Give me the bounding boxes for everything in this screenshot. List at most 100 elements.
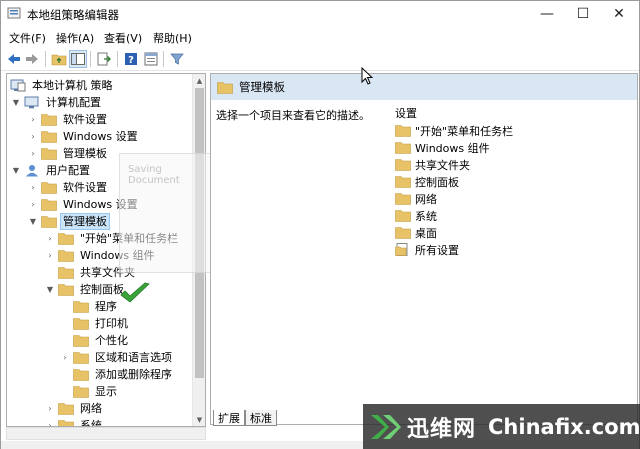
tree-item-printers[interactable]: 打印机 [73, 315, 130, 332]
tree-item-cc-software[interactable]: › 软件设置 [28, 111, 109, 128]
tree-item-region[interactable]: › 区域和语言选项 [60, 349, 174, 366]
close-button[interactable]: ✕ [597, 1, 640, 27]
folder-icon [41, 199, 57, 211]
list-item-label: 网络 [415, 192, 437, 206]
list-item[interactable]: 系统 [395, 207, 437, 224]
folder-icon [395, 193, 411, 205]
folder-open-icon [41, 216, 57, 228]
tree-item-system[interactable]: › 系统 [45, 417, 104, 427]
chevron-right-icon[interactable]: › [28, 183, 38, 193]
filter-icon[interactable] [168, 50, 186, 68]
folder-icon [395, 125, 411, 137]
toolbar-separator [45, 51, 46, 67]
scroll-down-icon[interactable]: ▼ [193, 413, 205, 426]
tree-item-cc-windows[interactable]: › Windows 设置 [28, 128, 140, 145]
tree-item-network[interactable]: › 网络 [45, 400, 104, 417]
list-item[interactable]: 桌面 [395, 224, 437, 241]
details-header: 管理模板 [211, 74, 637, 100]
folder-open-icon [58, 284, 74, 296]
tree-label: 个性化 [95, 334, 128, 347]
tree-label: 管理模板 [63, 147, 107, 160]
tree-item-cc-admin[interactable]: › 管理模板 [28, 145, 109, 162]
chevron-right-icon[interactable]: › [28, 200, 38, 210]
chevron-down-icon[interactable]: ▼ [45, 285, 55, 295]
menu-file[interactable]: 文件(F) [9, 30, 46, 46]
ghost-dialog: Saving Document [119, 153, 215, 273]
tree-item-add-remove[interactable]: 添加或删除程序 [73, 366, 174, 383]
help-icon[interactable]: ? [122, 50, 140, 68]
toolbar: ? [1, 47, 639, 71]
tree-item-root[interactable]: 本地计算机 策略 [10, 77, 115, 94]
tree-label: 软件设置 [63, 113, 107, 126]
tree-item-computer-config[interactable]: ▼ 计算机配置 [11, 94, 103, 111]
list-item[interactable]: 网络 [395, 190, 437, 207]
chevron-down-icon[interactable]: ▼ [28, 217, 38, 227]
chinafix-logo-icon [371, 415, 401, 439]
chevron-right-icon[interactable]: › [45, 404, 55, 414]
checkmark-icon [120, 282, 150, 303]
chevron-right-icon[interactable]: › [28, 149, 38, 159]
up-folder-icon[interactable] [50, 50, 68, 68]
menu-action[interactable]: 操作(A) [56, 30, 94, 46]
tree-horizontal-scrollbar[interactable] [6, 427, 206, 440]
toolbar-separator [90, 51, 91, 67]
tree-label: 计算机配置 [46, 96, 101, 109]
chevron-down-icon[interactable]: ▼ [11, 98, 21, 108]
description-text: 选择一个项目来查看它的描述。 [216, 109, 370, 122]
chevron-right-icon[interactable]: › [28, 115, 38, 125]
folder-icon [58, 267, 74, 279]
folder-icon [41, 148, 57, 160]
folder-icon [41, 131, 57, 143]
tab-extended[interactable]: 扩展 [213, 410, 245, 426]
tree-label: 软件设置 [63, 181, 107, 194]
computer-policy-icon [10, 79, 26, 92]
menu-help[interactable]: 帮助(H) [153, 30, 192, 46]
chevron-right-icon[interactable]: › [45, 234, 55, 244]
folder-icon [58, 403, 74, 415]
properties-icon[interactable] [142, 50, 160, 68]
tree-label: 用户配置 [46, 164, 90, 177]
list-item[interactable]: 共享文件夹 [395, 156, 470, 173]
list-item-label: 控制面板 [415, 175, 459, 189]
tree-item-uc-admin[interactable]: ▼ 管理模板 [28, 213, 110, 230]
forward-arrow-icon[interactable] [23, 50, 41, 68]
watermark-english: Chinafix.com [488, 415, 640, 439]
menu-bar: 文件(F) 操作(A) 查看(V) 帮助(H) [1, 27, 639, 47]
settings-column-header[interactable]: 设置 [395, 105, 417, 121]
tree-item-user-config[interactable]: ▼ 用户配置 [11, 162, 92, 179]
title-bar[interactable]: 本地组策略编辑器 — ☐ ✕ [1, 1, 639, 27]
folder-icon [58, 420, 74, 426]
tree-label: 本地计算机 策略 [32, 79, 113, 92]
chevron-down-icon[interactable]: ▼ [11, 166, 21, 176]
list-item[interactable]: 控制面板 [395, 173, 459, 190]
tree-label: 区域和语言选项 [95, 351, 172, 364]
list-item[interactable]: Windows 组件 [395, 139, 490, 156]
menu-view[interactable]: 查看(V) [104, 30, 142, 46]
list-item-label: "开始"菜单和任务栏 [415, 124, 514, 138]
tree-label: 管理模板 [60, 213, 110, 230]
back-arrow-icon[interactable] [5, 50, 23, 68]
list-item[interactable]: 所有设置 [395, 241, 459, 258]
list-item[interactable]: "开始"菜单和任务栏 [395, 122, 513, 139]
scroll-up-icon[interactable]: ▲ [193, 74, 205, 87]
tree-label: 程序 [95, 300, 117, 313]
tree-label: 打印机 [95, 317, 128, 330]
tree-label: 显示 [95, 385, 117, 398]
tree-item-personalization[interactable]: 个性化 [73, 332, 130, 349]
tab-standard[interactable]: 标准 [245, 410, 277, 426]
view-tabs: 扩展 标准 [213, 410, 277, 426]
export-list-icon[interactable] [95, 50, 113, 68]
group-policy-window: 本地组策略编辑器 — ☐ ✕ 文件(F) 操作(A) 查看(V) 帮助(H) ? [0, 0, 640, 449]
chevron-right-icon[interactable]: › [28, 132, 38, 142]
tree-label: Windows 设置 [63, 130, 138, 143]
folder-icon [73, 301, 89, 313]
chevron-right-icon[interactable]: › [45, 251, 55, 261]
show-hide-tree-icon[interactable] [69, 50, 87, 68]
ghost-dialog-text: Saving Document [128, 164, 180, 186]
chevron-right-icon[interactable]: › [60, 353, 70, 363]
tree-item-control-panel[interactable]: ▼ 控制面板 [45, 281, 126, 298]
tree-item-programs[interactable]: 程序 [73, 298, 119, 315]
tree-item-display[interactable]: 显示 [73, 383, 119, 400]
tree-label: 系统 [80, 419, 102, 427]
tree-item-uc-software[interactable]: › 软件设置 [28, 179, 109, 196]
